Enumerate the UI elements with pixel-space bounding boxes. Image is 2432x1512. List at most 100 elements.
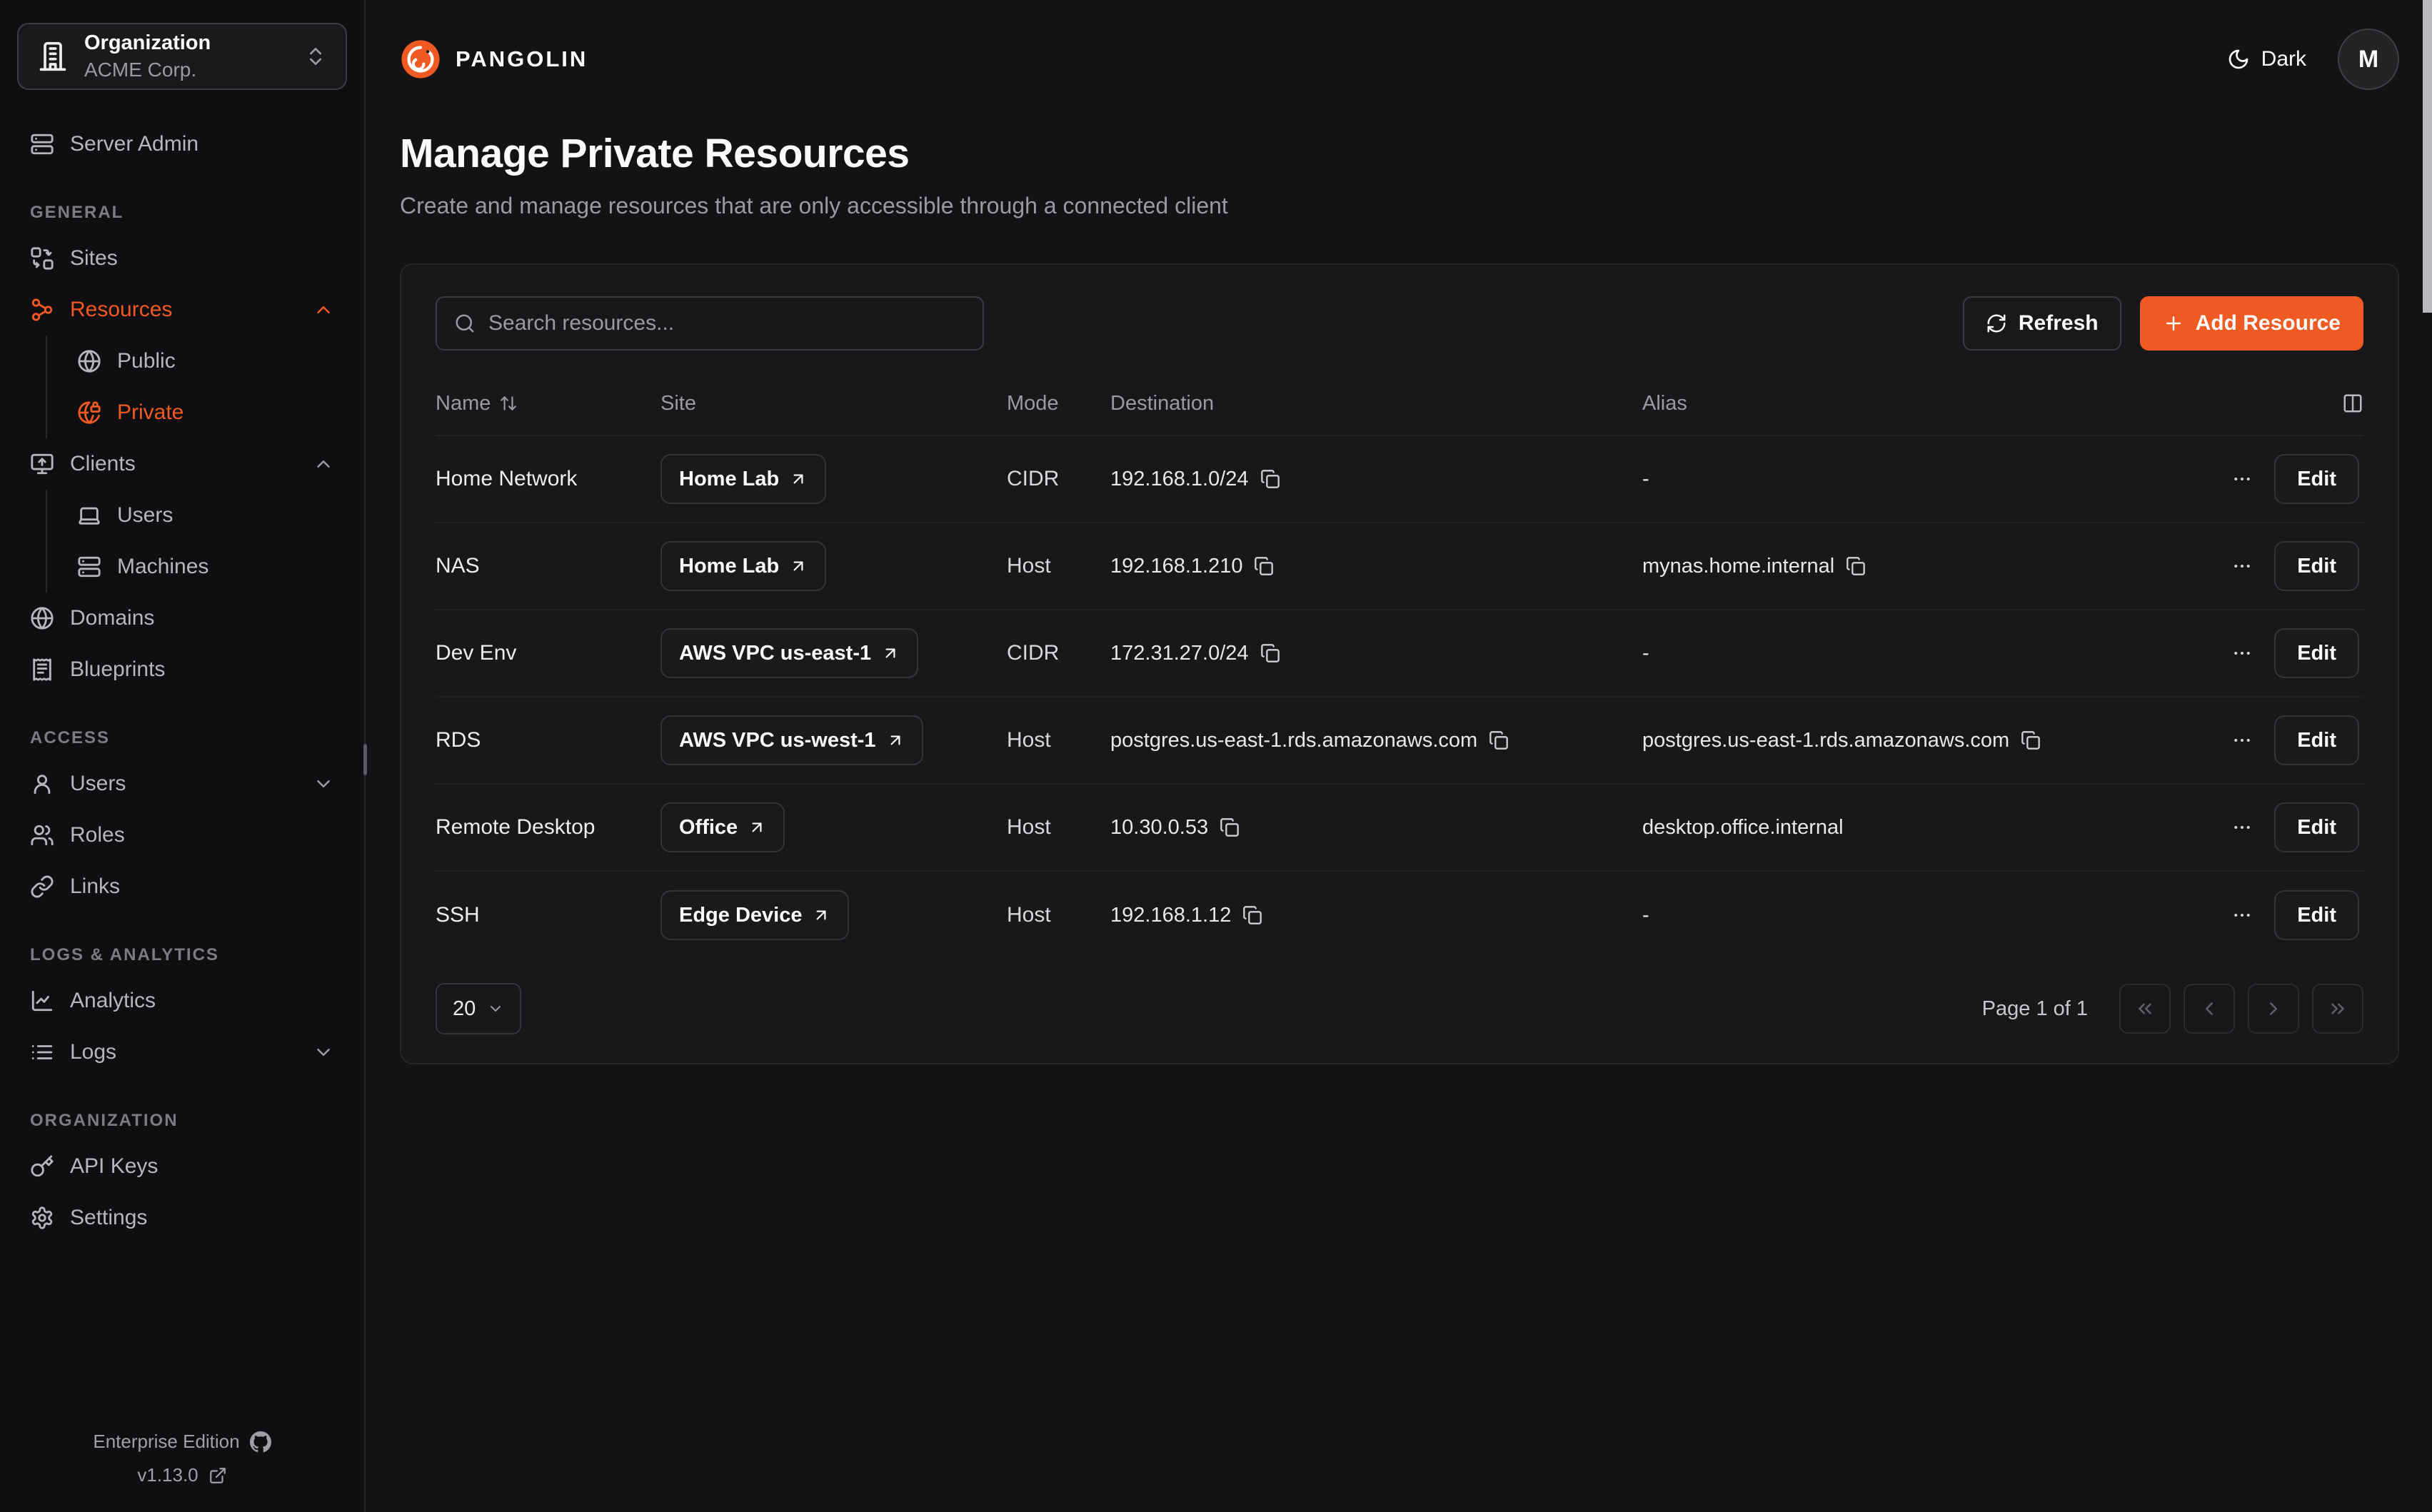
theme-toggle[interactable]: Dark <box>2227 47 2306 71</box>
sidebar-item-label: Settings <box>70 1206 334 1230</box>
edit-button[interactable]: Edit <box>2274 715 2359 765</box>
copy-destination-button[interactable] <box>1242 905 1262 925</box>
copy-destination-button[interactable] <box>1260 469 1280 489</box>
row-menu-button[interactable] <box>2231 555 2253 577</box>
org-switcher-value: ACME Corp. <box>84 57 288 83</box>
site-link-button[interactable]: Edge Device <box>660 890 849 940</box>
sidebar-item-label: Blueprints <box>70 657 334 682</box>
first-page-button[interactable] <box>2119 984 2171 1034</box>
sidebar-item-settings[interactable]: Settings <box>17 1192 347 1244</box>
cell-alias: - <box>1642 904 1649 927</box>
sidebar-item-client-users[interactable]: Users <box>64 490 347 541</box>
sidebar-item-resources[interactable]: Resources <box>17 284 347 336</box>
copy-destination-button[interactable] <box>1489 730 1509 750</box>
arrow-up-right-icon <box>886 731 905 750</box>
site-link-button[interactable]: Home Lab <box>660 541 826 591</box>
search-input[interactable] <box>488 311 965 336</box>
scrollbar[interactable] <box>2423 0 2432 1512</box>
site-link-button[interactable]: AWS VPC us-west-1 <box>660 715 923 765</box>
chevron-up-icon <box>313 453 334 475</box>
site-link-button[interactable]: AWS VPC us-east-1 <box>660 628 918 678</box>
page-title: Manage Private Resources <box>400 130 2399 177</box>
sidebar-item-api-keys[interactable]: API Keys <box>17 1141 347 1192</box>
org-switcher[interactable]: Organization ACME Corp. <box>17 23 347 90</box>
copy-destination-button[interactable] <box>1254 556 1274 576</box>
prev-page-button[interactable] <box>2184 984 2235 1034</box>
next-page-button[interactable] <box>2248 984 2299 1034</box>
building-icon <box>37 41 69 72</box>
row-menu-button[interactable] <box>2231 904 2253 926</box>
server-icon <box>30 132 54 156</box>
sidebar-item-label: Machines <box>117 555 334 579</box>
edit-button[interactable]: Edit <box>2274 802 2359 852</box>
sidebar-item-links[interactable]: Links <box>17 861 347 912</box>
sidebar-item-label: Users <box>70 772 297 796</box>
theme-label: Dark <box>2261 47 2306 71</box>
avatar[interactable]: M <box>2338 29 2399 90</box>
server-icon <box>77 555 101 579</box>
sidebar-item-server-admin[interactable]: Server Admin <box>17 119 347 170</box>
cell-mode: Host <box>1007 554 1110 578</box>
monitor-up-icon <box>30 452 54 476</box>
edit-button[interactable]: Edit <box>2274 454 2359 504</box>
cell-alias: postgres.us-east-1.rds.amazonaws.com <box>1642 729 2009 752</box>
site-link-button[interactable]: Office <box>660 802 785 852</box>
row-menu-button[interactable] <box>2231 730 2253 751</box>
sidebar-item-private[interactable]: Private <box>64 387 347 438</box>
last-page-button[interactable] <box>2312 984 2363 1034</box>
version-label: v1.13.0 <box>137 1464 198 1486</box>
column-header-name[interactable]: Name <box>436 392 660 415</box>
cell-name: Home Network <box>436 467 660 491</box>
table-row: RDS AWS VPC us-west-1 Host postgres.us-e… <box>436 697 2363 785</box>
copy-destination-button[interactable] <box>1260 643 1280 663</box>
copy-alias-button[interactable] <box>1846 556 1866 576</box>
site-link-button[interactable]: Home Lab <box>660 454 826 504</box>
list-icon <box>30 1040 54 1064</box>
sidebar-item-logs[interactable]: Logs <box>17 1027 347 1078</box>
sidebar-item-public[interactable]: Public <box>64 336 347 387</box>
moon-icon <box>2227 48 2250 71</box>
cell-mode: Host <box>1007 728 1110 752</box>
edit-button[interactable]: Edit <box>2274 890 2359 940</box>
chevrons-up-down-icon <box>304 45 327 68</box>
sidebar-item-analytics[interactable]: Analytics <box>17 975 347 1027</box>
add-resource-button[interactable]: Add Resource <box>2140 296 2363 351</box>
org-switcher-label: Organization <box>84 30 288 57</box>
sidebar-item-blueprints[interactable]: Blueprints <box>17 644 347 695</box>
gear-icon <box>30 1206 54 1230</box>
edit-button[interactable]: Edit <box>2274 541 2359 591</box>
sidebar-item-clients[interactable]: Clients <box>17 438 347 490</box>
table-row: SSH Edge Device Host 192.168.1.12 - Edit <box>436 872 2363 959</box>
sort-icon <box>499 394 518 413</box>
globe-icon <box>77 349 101 373</box>
card-toolbar: Refresh Add Resource <box>436 296 2363 351</box>
chevron-up-icon <box>313 299 334 321</box>
column-header-site: Site <box>660 392 1007 415</box>
brand-name: PANGOLIN <box>456 46 588 72</box>
section-label-organization: ORGANIZATION <box>17 1111 347 1131</box>
columns-icon[interactable] <box>2342 393 2363 414</box>
cell-name: Remote Desktop <box>436 815 660 840</box>
cell-destination: 192.168.1.12 <box>1110 904 1231 927</box>
sidebar-item-roles[interactable]: Roles <box>17 810 347 861</box>
sidebar-item-users[interactable]: Users <box>17 758 347 810</box>
chevron-down-icon <box>313 773 334 795</box>
page-size-select[interactable]: 20 <box>436 983 521 1034</box>
sidebar-item-label: Resources <box>70 298 297 322</box>
external-link-icon[interactable] <box>208 1466 227 1485</box>
sidebar-item-sites[interactable]: Sites <box>17 233 347 284</box>
row-menu-button[interactable] <box>2231 642 2253 664</box>
copy-alias-button[interactable] <box>2021 730 2041 750</box>
sidebar-item-domains[interactable]: Domains <box>17 593 347 644</box>
edit-button[interactable]: Edit <box>2274 628 2359 678</box>
row-menu-button[interactable] <box>2231 817 2253 838</box>
copy-destination-button[interactable] <box>1220 817 1240 837</box>
sidebar-item-label: Clients <box>70 452 297 476</box>
sidebar-item-machines[interactable]: Machines <box>64 541 347 593</box>
scrollbar-thumb[interactable] <box>2423 0 2432 313</box>
page-subtitle: Create and manage resources that are onl… <box>400 193 2399 219</box>
refresh-button[interactable]: Refresh <box>1963 296 2121 351</box>
row-menu-button[interactable] <box>2231 468 2253 490</box>
user-icon <box>30 772 54 796</box>
github-icon[interactable] <box>250 1431 271 1453</box>
